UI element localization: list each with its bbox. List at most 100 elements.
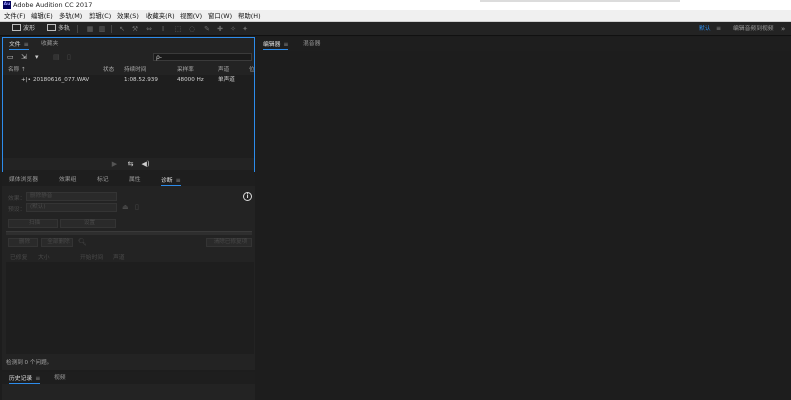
files-panel: 文件 ≡ 收藏夹 ▭ ⇲ ▾ ▤ ▯ ρ- 名称 ↑ 状态 持续时间 采样率 声道…: [2, 37, 255, 191]
tab-mixer[interactable]: 混音器: [303, 40, 320, 50]
files-list: [3, 75, 254, 191]
tab-diagnostics-label: 诊断: [161, 178, 173, 184]
menu-help[interactable]: 帮助(H): [238, 10, 261, 22]
workspace-edit-tab[interactable]: 编辑音频到视频: [733, 25, 774, 34]
slip-tool-icon[interactable]: ⇔: [145, 25, 153, 33]
menu-view[interactable]: 视图(V): [180, 10, 202, 22]
waveform-view-button[interactable]: 波形: [12, 24, 35, 34]
preset-label: 预设：: [8, 207, 26, 213]
effect-label: 效果：: [8, 196, 26, 202]
tab-editor[interactable]: 编辑器 ≡: [263, 40, 289, 50]
col-start-time: 开始时间: [80, 255, 104, 261]
diagnostics-result-list: [6, 262, 254, 354]
insert-icon[interactable]: ▤: [53, 53, 63, 61]
spectral-display-icon[interactable]: ▦: [86, 25, 94, 33]
menu-window[interactable]: 窗口(W): [208, 10, 232, 22]
toolbar: 波形 多轨 ▦ ▥ ↖ ⚒ ⇔ I ⬚ ◌ ✎ ✚ ✧ ✦ 默认 ≡ 编辑音频到…: [0, 22, 791, 36]
menu-edit[interactable]: 编辑(E): [31, 10, 53, 22]
menu-clip[interactable]: 剪辑(C): [89, 10, 111, 22]
window-title: Adobe Audition CC 2017: [13, 1, 93, 9]
col-repaired: 已修复: [10, 255, 28, 261]
file-row[interactable]: +|• 20180616_077.WAV 1:08.52.939 48000 H…: [3, 76, 254, 85]
diagnostics-panel: 媒体浏览器 效果组 标记 属性 诊断 ≡ 效果： 删除静音 i 预设： (默认) …: [2, 174, 255, 370]
extra-tool-icon-2[interactable]: ✦: [241, 25, 249, 33]
loop-icon[interactable]: ⇆: [126, 160, 135, 168]
tab-history[interactable]: 历史记录 ≡: [9, 374, 41, 384]
menu-favorites[interactable]: 收藏夹(R): [146, 10, 175, 22]
tab-properties[interactable]: 属性: [129, 176, 141, 186]
title-bar-shadow: [480, 0, 680, 2]
multitrack-icon: [47, 24, 56, 31]
files-search-input[interactable]: ρ-: [153, 53, 252, 61]
delete-all-button[interactable]: 全部删除: [41, 238, 73, 247]
menu-file[interactable]: 文件(F): [4, 10, 25, 22]
delete-preset-icon[interactable]: ▯: [135, 203, 139, 211]
workspace-overflow-icon[interactable]: »: [781, 25, 785, 34]
spot-healing-tool-icon[interactable]: ✚: [216, 25, 224, 33]
diagnostics-panel-header: 媒体浏览器 效果组 标记 属性 诊断 ≡: [2, 174, 255, 186]
zoom-icon[interactable]: 🔍︎: [78, 238, 87, 246]
scan-button[interactable]: 扫描: [8, 219, 58, 228]
autoplay-speaker-icon[interactable]: ◀): [141, 160, 150, 168]
file-name: 20180616_077.WAV: [33, 77, 90, 83]
effect-select[interactable]: 删除静音: [26, 192, 117, 201]
workspace-default-tab[interactable]: 默认: [699, 25, 711, 34]
col-sample-rate[interactable]: 采样率: [177, 65, 194, 75]
editor-panel: 编辑器 ≡ 混音器: [258, 37, 791, 400]
tab-diagnostics[interactable]: 诊断 ≡: [161, 176, 181, 186]
workspace-menu-icon[interactable]: ≡: [716, 25, 721, 32]
new-file-icon[interactable]: ▾: [35, 53, 45, 61]
razor-tool-icon[interactable]: ⚒: [131, 25, 139, 33]
save-preset-icon[interactable]: ⏏: [122, 203, 129, 211]
move-tool-icon[interactable]: ↖: [118, 25, 126, 33]
import-file-icon[interactable]: ⇲: [21, 53, 31, 61]
col-status[interactable]: 状态: [103, 65, 114, 75]
files-transport: ▶ ⇆ ◀): [3, 158, 254, 170]
open-folder-icon[interactable]: ▭: [7, 53, 17, 61]
multitrack-view-button[interactable]: 多轨: [47, 24, 70, 34]
tab-editor-label: 编辑器: [263, 42, 281, 48]
menu-effects[interactable]: 效果(S): [117, 10, 139, 22]
col-size: 大小: [38, 255, 50, 261]
delete-button[interactable]: 删除: [8, 238, 38, 247]
clear-repaired-button[interactable]: 清除已修复项: [206, 238, 252, 247]
file-channels: 单声道: [218, 77, 235, 83]
diagnostics-body: 效果： 删除静音 i 预设： (默认) ⏏ ▯ 扫描 设置 删除 全部删除 🔍︎…: [2, 186, 255, 370]
waveform-label: 波形: [23, 25, 36, 32]
files-toolbar: ▭ ⇲ ▾ ▤ ▯ ρ-: [3, 52, 254, 62]
toolbar-separator: [111, 25, 112, 33]
play-icon[interactable]: ▶: [110, 160, 119, 168]
extra-tool-icon[interactable]: ✧: [229, 25, 237, 33]
multitrack-label: 多轨: [58, 25, 71, 32]
tab-media-browser[interactable]: 媒体浏览器: [9, 176, 38, 186]
tab-video[interactable]: 视频: [54, 374, 66, 384]
col-name[interactable]: 名称 ↑: [8, 65, 26, 75]
files-panel-header: 文件 ≡ 收藏夹: [3, 38, 254, 50]
tab-markers[interactable]: 标记: [97, 176, 109, 186]
section-splitter[interactable]: [6, 231, 252, 235]
col-channels[interactable]: 声道: [218, 65, 229, 75]
tab-effects-rack[interactable]: 效果组: [59, 176, 76, 186]
col-channel: 声道: [113, 255, 125, 261]
col-duration[interactable]: 持续时间: [124, 65, 146, 75]
pitch-display-icon[interactable]: ▥: [98, 25, 106, 33]
menu-multitrack[interactable]: 多轨(M): [59, 10, 82, 22]
diagnostics-status: 检测到 0 个问题。: [6, 360, 53, 366]
delete-file-icon[interactable]: ▯: [67, 53, 77, 61]
col-bit[interactable]: 位: [249, 65, 255, 75]
preset-select[interactable]: (默认): [26, 203, 117, 212]
panel-menu-icon[interactable]: ≡: [24, 41, 29, 48]
settings-button[interactable]: 设置: [60, 219, 116, 228]
lasso-tool-icon[interactable]: ◌: [188, 25, 196, 33]
tab-files[interactable]: 文件 ≡: [9, 40, 29, 50]
toolbar-separator: [77, 25, 78, 33]
marquee-tool-icon[interactable]: ⬚: [174, 25, 182, 33]
info-icon[interactable]: i: [243, 192, 252, 201]
brush-tool-icon[interactable]: ✎: [203, 25, 211, 33]
panel-menu-icon[interactable]: ≡: [176, 177, 181, 184]
editor-panel-header: 编辑器 ≡ 混音器: [258, 37, 791, 51]
panel-menu-icon[interactable]: ≡: [35, 375, 40, 382]
time-selection-tool-icon[interactable]: I: [159, 25, 167, 33]
tab-favorites[interactable]: 收藏夹: [41, 40, 58, 50]
panel-menu-icon[interactable]: ≡: [283, 41, 288, 48]
